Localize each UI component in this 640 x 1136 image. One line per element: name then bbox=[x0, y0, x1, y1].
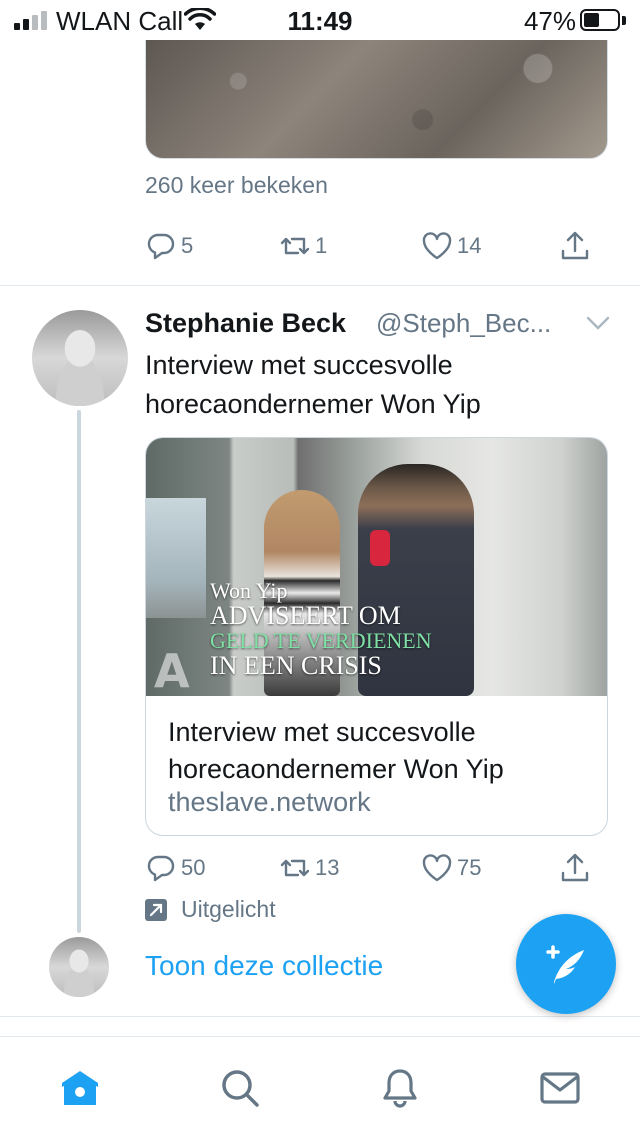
view-count: 260 keer bekeken bbox=[145, 172, 328, 198]
link-card[interactable]: A Won Yip ADVISEERT OM GELD TE VERDIENEN… bbox=[145, 437, 608, 836]
search-icon[interactable] bbox=[219, 1067, 261, 1109]
share-button[interactable] bbox=[559, 852, 591, 884]
like-button[interactable]: 75 bbox=[421, 852, 481, 884]
retweet-icon bbox=[280, 237, 310, 255]
like-count: 14 bbox=[457, 233, 482, 258]
compose-quill-icon bbox=[546, 945, 584, 984]
previous-tweet-media[interactable] bbox=[145, 30, 608, 159]
reply-button[interactable]: 5 bbox=[145, 230, 193, 262]
battery-percent: 47% bbox=[523, 6, 576, 36]
thread-line bbox=[77, 410, 81, 933]
share-icon bbox=[561, 231, 589, 260]
chevron-down-icon[interactable] bbox=[586, 316, 610, 330]
arrow-up-right-icon bbox=[145, 898, 167, 921]
author-handle[interactable]: @Steph_Bec... bbox=[376, 308, 551, 339]
video-caption: Won Yip ADVISEERT OM GELD TE VERDIENEN I… bbox=[210, 578, 432, 680]
reply-count: 5 bbox=[181, 233, 194, 258]
notifications-icon[interactable] bbox=[379, 1067, 421, 1109]
reply-icon bbox=[147, 855, 175, 882]
featured-label[interactable]: Uitgelicht bbox=[145, 896, 276, 923]
reply-icon bbox=[147, 233, 175, 260]
share-button[interactable] bbox=[559, 230, 591, 262]
battery-icon bbox=[580, 9, 620, 31]
tweet-text: Interview met succesvolle horecaondernem… bbox=[145, 350, 481, 419]
previous-tweet-actions: 5 1 14 bbox=[145, 230, 605, 270]
collection-divider bbox=[0, 1016, 640, 1017]
reply-button[interactable]: 50 bbox=[145, 852, 205, 884]
retweet-count: 1 bbox=[315, 233, 328, 258]
retweet-button[interactable]: 1 bbox=[279, 230, 327, 262]
card-domain: theslave.network bbox=[168, 787, 371, 817]
microphone bbox=[370, 530, 390, 566]
collection-avatar[interactable] bbox=[49, 937, 109, 997]
retweet-button[interactable]: 13 bbox=[279, 852, 339, 884]
retweet-count: 13 bbox=[315, 855, 340, 880]
heart-icon bbox=[422, 854, 452, 882]
status-bar: WLAN Call 11:49 47% bbox=[0, 0, 640, 40]
bottom-tab-bar bbox=[0, 1036, 640, 1136]
tweet-divider bbox=[0, 285, 640, 286]
retweet-icon bbox=[280, 859, 310, 877]
compose-tweet-button[interactable] bbox=[516, 914, 616, 1014]
avatar[interactable] bbox=[32, 310, 128, 406]
card-image: A Won Yip ADVISEERT OM GELD TE VERDIENEN… bbox=[146, 438, 607, 696]
tweet-actions: 50 13 75 bbox=[145, 852, 605, 892]
battery-tip bbox=[622, 16, 626, 25]
share-icon bbox=[561, 853, 589, 882]
home-icon[interactable] bbox=[59, 1067, 101, 1109]
card-title: Interview met succesvolle horecaondernem… bbox=[168, 717, 504, 784]
show-collection-link[interactable]: Toon deze collectie bbox=[145, 950, 383, 982]
reply-count: 50 bbox=[181, 855, 206, 880]
heart-icon bbox=[422, 232, 452, 260]
channel-logo: A bbox=[154, 644, 190, 696]
messages-icon[interactable] bbox=[539, 1067, 581, 1109]
like-button[interactable]: 14 bbox=[421, 230, 481, 262]
author-name[interactable]: Stephanie Beck bbox=[145, 308, 346, 339]
like-count: 75 bbox=[457, 855, 482, 880]
